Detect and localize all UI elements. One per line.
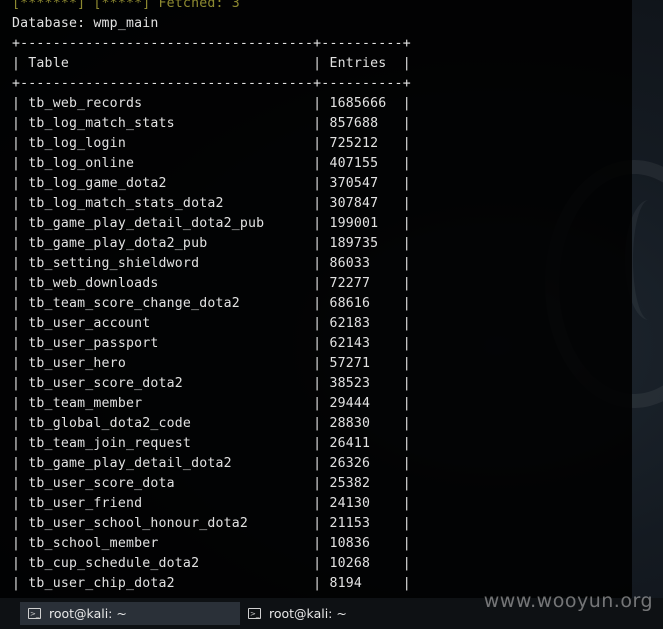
terminal-icon: >_ — [248, 608, 261, 619]
table-row: | tb_user_school_honour_dota2 | 21153 | — [12, 516, 411, 531]
table-row: | tb_cup_schedule_dota2 | 10268 | — [12, 556, 411, 571]
terminal-window[interactable]: [*******] [*****] Fetched: 3 Database: w… — [0, 0, 632, 598]
taskbar-item-terminal-2[interactable]: >_ root@kali: ~ — [240, 602, 460, 625]
table-row: | tb_user_passport | 62143 | — [12, 336, 411, 351]
table-row: | tb_log_login | 725212 | — [12, 136, 411, 151]
table-row: | tb_school_member | 10836 | — [12, 536, 411, 551]
table-row: | tb_user_score_dota | 25382 | — [12, 476, 411, 491]
table-body: | tb_web_records | 1685666 | | tb_log_mat… — [12, 94, 632, 594]
taskbar-item-terminal-1[interactable]: >_ root@kali: ~ — [20, 602, 240, 625]
table-row: | tb_user_score_dota2 | 38523 | — [12, 376, 411, 391]
table-row: | tb_web_downloads | 72277 | — [12, 276, 411, 291]
table-row: | tb_team_join_request | 26411 | — [12, 436, 411, 451]
table-row: | tb_team_member | 29444 | — [12, 396, 411, 411]
table-row: | tb_log_game_dota2 | 370547 | — [12, 176, 411, 191]
taskbar-item-label: root@kali: ~ — [269, 606, 347, 621]
table-row: | tb_setting_shieldword | 86033 | — [12, 256, 411, 271]
table-row: | tb_global_dota2_code | 28830 | — [12, 416, 411, 431]
table-row: | tb_log_match_stats_dota2 | 307847 | — [12, 196, 411, 211]
table-row: | tb_user_friend | 24130 | — [12, 496, 411, 511]
table-row: | tb_game_play_dota2_pub | 189735 | — [12, 236, 411, 251]
table-row: | tb_web_records | 1685666 | — [12, 96, 411, 111]
database-line: Database: wmp_main — [12, 16, 159, 31]
table-row: | tb_user_account | 62183 | — [12, 316, 411, 331]
desktop-background: [*******] [*****] Fetched: 3 Database: w… — [0, 0, 663, 629]
watermark: www.wooyun.org — [483, 590, 653, 612]
table-row: | tb_log_match_stats | 857688 | — [12, 116, 411, 131]
prompt-fragment: [*******] [*****] Fetched: 3 — [12, 0, 240, 11]
taskbar-item-label: root@kali: ~ — [49, 606, 127, 621]
table-header-row: | Table | Entries | — [12, 56, 411, 71]
table-row: | tb_game_play_detail_dota2 | 26326 | — [12, 456, 411, 471]
table-row: | tb_game_play_detail_dota2_pub | 199001… — [12, 216, 411, 231]
table-separator-header: +------------------------------------+--… — [12, 76, 411, 91]
terminal-icon: >_ — [28, 608, 41, 619]
table-row: | tb_team_score_change_dota2 | 68616 | — [12, 296, 411, 311]
table-row: | tb_user_hero | 57271 | — [12, 356, 411, 371]
table-separator-top: +------------------------------------+--… — [12, 36, 411, 51]
table-row: | tb_log_online | 407155 | — [12, 156, 411, 171]
